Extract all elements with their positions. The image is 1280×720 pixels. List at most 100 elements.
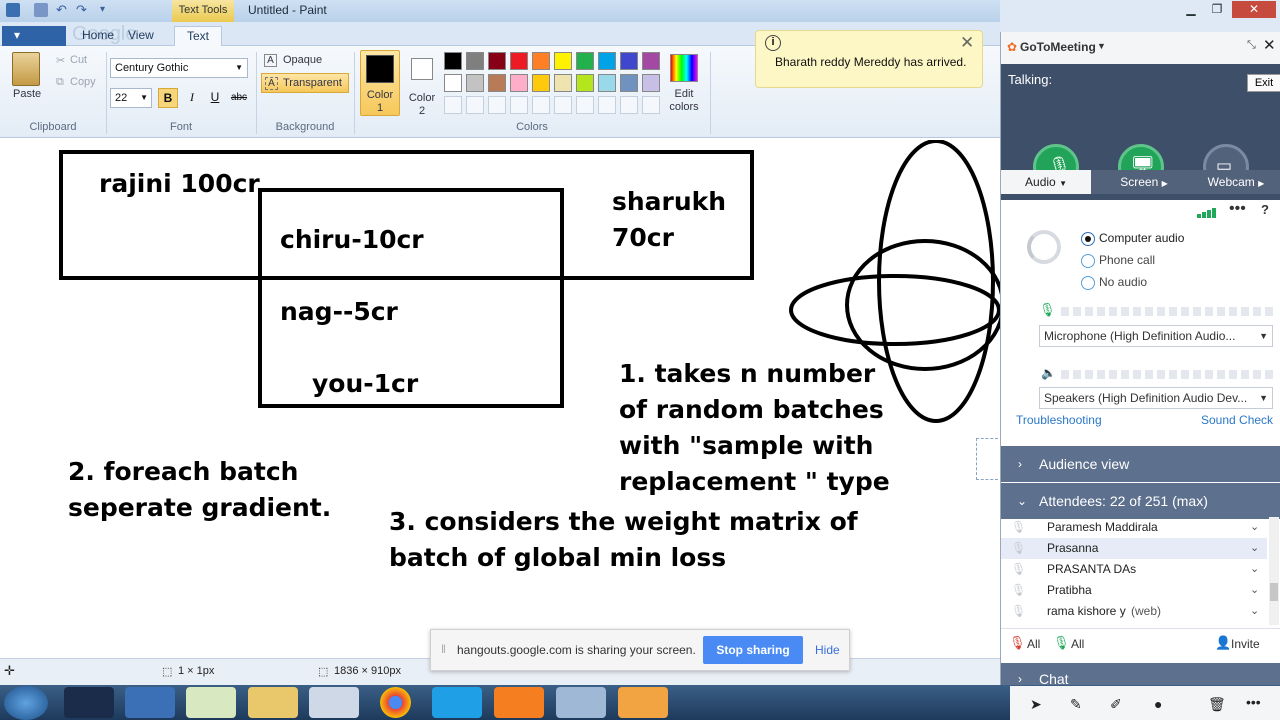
- custom-color-slot[interactable]: [532, 96, 550, 114]
- cut-button[interactable]: Cut: [70, 54, 87, 66]
- pointer-icon[interactable]: ➤: [1030, 696, 1042, 713]
- color-swatch[interactable]: [532, 74, 550, 92]
- text-selection-handle[interactable]: [976, 438, 998, 480]
- chevron-down-icon[interactable]: ▼: [1097, 41, 1106, 51]
- attendees-header[interactable]: ⌄ Attendees: 22 of 251 (max): [1001, 483, 1280, 519]
- gotomeeting-app-icon[interactable]: [618, 687, 668, 718]
- tab-screen[interactable]: Screen ▶: [1099, 170, 1189, 194]
- paint-app-icon[interactable]: [6, 3, 20, 17]
- color-swatch[interactable]: [554, 74, 572, 92]
- redo-icon[interactable]: ↷: [76, 3, 90, 17]
- color-swatch[interactable]: [532, 52, 550, 70]
- italic-button[interactable]: I: [182, 88, 202, 108]
- color-swatch[interactable]: [642, 74, 660, 92]
- start-button[interactable]: [4, 686, 48, 720]
- color-swatch[interactable]: [444, 52, 462, 70]
- computer-audio-label[interactable]: Computer audio: [1099, 231, 1184, 245]
- color-swatch[interactable]: [576, 52, 594, 70]
- list-item[interactable]: 🎙 Pratibha ⌄: [1001, 580, 1267, 601]
- save-icon[interactable]: [34, 3, 48, 17]
- skype-icon[interactable]: [432, 687, 482, 718]
- edit-colors-label[interactable]: Edit: [668, 88, 700, 100]
- mute-all-button[interactable]: All: [1027, 637, 1040, 651]
- sound-check-link[interactable]: Sound Check: [1201, 413, 1273, 427]
- custom-color-slot[interactable]: [554, 96, 572, 114]
- audience-view-header[interactable]: › Audience view: [1001, 446, 1280, 482]
- troubleshooting-link[interactable]: Troubleshooting: [1016, 413, 1102, 427]
- stop-sharing-button[interactable]: Stop sharing: [703, 636, 803, 664]
- list-item[interactable]: 🎙 PRASANTA DAs ⌄: [1001, 559, 1267, 580]
- phone-call-label[interactable]: Phone call: [1099, 253, 1155, 267]
- font-size-select[interactable]: 22 ▼: [110, 88, 152, 108]
- font-family-select[interactable]: Century Gothic ▼: [110, 58, 248, 78]
- window-icon[interactable]: [556, 687, 606, 718]
- opaque-option[interactable]: Opaque: [283, 54, 322, 66]
- tab-webcam[interactable]: Webcam ▶: [1191, 170, 1280, 194]
- color-swatch[interactable]: [598, 74, 616, 92]
- color-swatch[interactable]: [510, 52, 528, 70]
- color-swatch[interactable]: [576, 74, 594, 92]
- copy-icon[interactable]: ⧉: [56, 76, 64, 89]
- color-swatch[interactable]: [466, 52, 484, 70]
- list-item[interactable]: 🎙 Prasanna ⌄: [1001, 538, 1267, 559]
- mute-all-icon[interactable]: 🎙: [1009, 635, 1026, 651]
- edit-colors-label-2[interactable]: colors: [662, 101, 706, 113]
- trash-icon[interactable]: 🗑: [1208, 696, 1226, 713]
- color-swatch[interactable]: [510, 74, 528, 92]
- brand-label[interactable]: GoToMeeting: [1020, 40, 1096, 54]
- help-icon[interactable]: ?: [1261, 202, 1269, 217]
- custom-color-slot[interactable]: [598, 96, 616, 114]
- drawing-canvas[interactable]: rajini 100cr chiru-10cr sharukh 70cr nag…: [0, 140, 1000, 658]
- tab-view[interactable]: View: [116, 26, 166, 46]
- color-swatch[interactable]: [620, 52, 638, 70]
- copy-button[interactable]: Copy: [70, 76, 96, 88]
- customize-toolbar-icon[interactable]: ▾: [100, 3, 114, 17]
- spotlight-icon[interactable]: ●: [1154, 696, 1162, 712]
- explorer-icon[interactable]: [248, 687, 298, 718]
- color-swatch[interactable]: [620, 74, 638, 92]
- color-swatch[interactable]: [488, 52, 506, 70]
- color1-button[interactable]: Color 1: [360, 50, 400, 116]
- custom-color-slot[interactable]: [642, 96, 660, 114]
- paint-taskbar-icon[interactable]: [309, 687, 359, 718]
- invite-icon[interactable]: 👤: [1215, 635, 1231, 651]
- invite-button[interactable]: Invite: [1231, 637, 1260, 651]
- notepad-plus-icon[interactable]: [186, 687, 236, 718]
- chevron-down-icon[interactable]: ⌄: [1250, 601, 1259, 622]
- chevron-down-icon[interactable]: ⌄: [1250, 538, 1259, 559]
- custom-color-slot[interactable]: [488, 96, 506, 114]
- scissors-icon[interactable]: ✂: [56, 54, 65, 67]
- underline-button[interactable]: U: [205, 88, 225, 108]
- undo-icon[interactable]: ↶: [56, 3, 70, 17]
- custom-color-slot[interactable]: [510, 96, 528, 114]
- chevron-down-icon[interactable]: ⌄: [1250, 580, 1259, 601]
- tab-text[interactable]: Text: [174, 26, 223, 46]
- close-icon[interactable]: ✕: [960, 33, 974, 53]
- custom-color-slot[interactable]: [620, 96, 638, 114]
- custom-color-slot[interactable]: [466, 96, 484, 114]
- powershell-icon[interactable]: [125, 687, 175, 718]
- color-swatch[interactable]: [642, 52, 660, 70]
- gotomeeting-taskbar-icon[interactable]: [494, 687, 544, 718]
- collapse-icon[interactable]: ⤡: [1247, 39, 1256, 52]
- chevron-down-icon[interactable]: ⌄: [1250, 517, 1259, 538]
- microphone-select[interactable]: Microphone (High Definition Audio... ▼: [1039, 325, 1273, 347]
- color-swatch[interactable]: [554, 52, 572, 70]
- list-item[interactable]: 🎙 rama kishore y (web) ⌄: [1001, 601, 1267, 622]
- color-swatch[interactable]: [466, 74, 484, 92]
- hide-button[interactable]: Hide: [815, 643, 840, 657]
- attendees-scrollbar[interactable]: [1269, 517, 1279, 625]
- unmute-all-button[interactable]: All: [1071, 637, 1084, 651]
- more-options-icon[interactable]: •••: [1246, 694, 1261, 710]
- custom-color-slot[interactable]: [444, 96, 462, 114]
- photoshop-icon[interactable]: [64, 687, 114, 718]
- highlighter-icon[interactable]: ✐: [1110, 696, 1122, 713]
- no-audio-label[interactable]: No audio: [1099, 275, 1147, 289]
- drag-handle-icon[interactable]: ‖: [441, 642, 446, 656]
- color-swatch[interactable]: [488, 74, 506, 92]
- bold-button[interactable]: B: [158, 88, 178, 108]
- edit-colors-icon[interactable]: [670, 54, 698, 82]
- color2-button[interactable]: Color 2: [404, 50, 440, 117]
- pen-icon[interactable]: ✎: [1070, 696, 1082, 713]
- color-swatch[interactable]: [598, 52, 616, 70]
